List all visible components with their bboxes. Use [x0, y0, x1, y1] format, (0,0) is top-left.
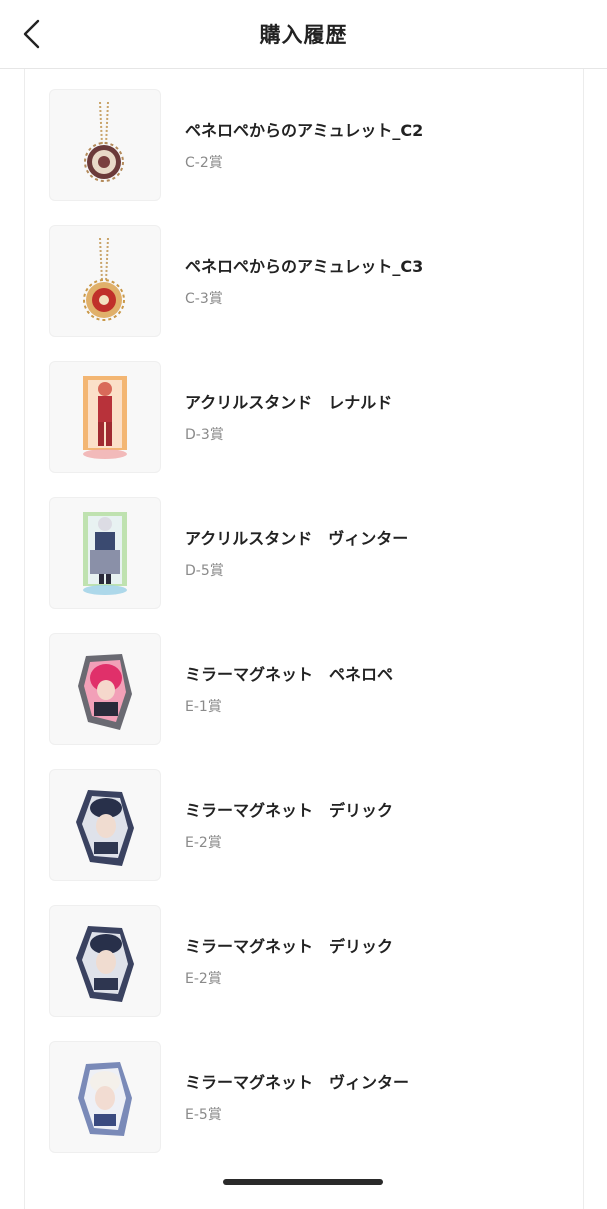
item-name: ペネロペからのアミュレット_C3: [185, 257, 424, 276]
purchase-history-list-container: ペネロペからのアミュレット_C2 C-2賞 ペネロペからのアミュレット_C3 C…: [24, 69, 584, 1209]
page-title: 購入履歴: [259, 23, 348, 47]
list-item[interactable]: アクリルスタンド ヴィンター D-5賞: [25, 497, 583, 633]
item-prize: E-2賞: [185, 971, 222, 987]
list-item[interactable]: ミラーマグネット デリック E-2賞: [25, 905, 583, 1041]
item-name: ミラーマグネット ペネロペ: [185, 665, 394, 684]
item-prize: D-5賞: [185, 563, 224, 579]
list-item[interactable]: ミラーマグネット ヴィンター E-5賞: [25, 1041, 583, 1177]
item-name: ミラーマグネット デリック: [185, 937, 394, 956]
mirror-magnet-penelope-image: [49, 633, 161, 745]
item-prize: E-5賞: [185, 1107, 222, 1123]
amulet-c3-image: [49, 225, 161, 337]
list-item[interactable]: ミラーマグネット デリック E-2賞: [25, 769, 583, 905]
list-item[interactable]: ペネロペからのアミュレット_C3 C-3賞: [25, 225, 583, 361]
item-prize: C-2賞: [185, 155, 223, 171]
item-prize: D-3賞: [185, 427, 224, 443]
item-name: アクリルスタンド ヴィンター: [185, 529, 409, 548]
home-indicator[interactable]: [223, 1179, 383, 1185]
item-name: アクリルスタンド レナルド: [185, 393, 393, 412]
acrylic-stand-renald-image: [49, 361, 161, 473]
mirror-magnet-derrick-image: [49, 769, 161, 881]
list-item[interactable]: ペネロペからのアミュレット_C2 C-2賞: [25, 89, 583, 225]
list-item[interactable]: ミラーマグネット ペネロペ E-1賞: [25, 633, 583, 769]
app-header: 購入履歴: [0, 0, 607, 69]
mirror-magnet-vinter-image: [49, 1041, 161, 1153]
amulet-c2-image: [49, 89, 161, 201]
item-prize: E-1賞: [185, 699, 222, 715]
item-name: ミラーマグネット ヴィンター: [185, 1073, 410, 1092]
item-name: ペネロペからのアミュレット_C2: [185, 121, 424, 140]
list-item[interactable]: アクリルスタンド レナルド D-3賞: [25, 361, 583, 497]
item-name: ミラーマグネット デリック: [185, 801, 394, 820]
mirror-magnet-derrick-image: [49, 905, 161, 1017]
purchase-history-list: ペネロペからのアミュレット_C2 C-2賞 ペネロペからのアミュレット_C3 C…: [25, 89, 583, 1177]
item-prize: E-2賞: [185, 835, 222, 851]
item-prize: C-3賞: [185, 291, 223, 307]
acrylic-stand-vinter-image: [49, 497, 161, 609]
